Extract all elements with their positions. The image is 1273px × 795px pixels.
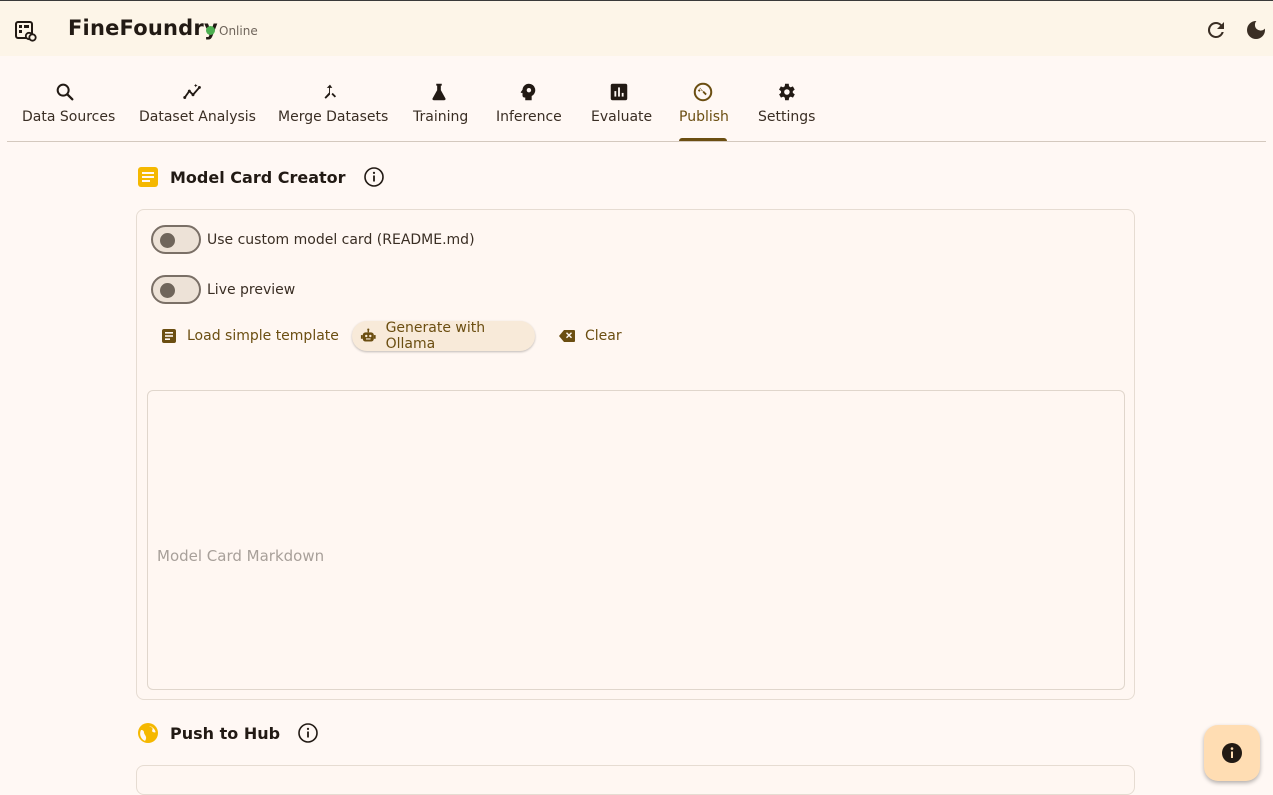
info-filled-icon (1222, 743, 1242, 763)
search-icon (56, 83, 74, 101)
robot-icon (360, 328, 376, 342)
tab-merge-datasets[interactable]: Merge Datasets (278, 81, 389, 141)
status-indicator-dot (206, 26, 215, 35)
switch-label: Use custom model card (README.md) (207, 231, 475, 248)
backspace-icon (559, 330, 575, 342)
article-icon (138, 167, 158, 187)
tab-settings[interactable]: Settings (758, 81, 816, 141)
live-preview-switch-row[interactable]: Live preview (151, 275, 295, 304)
info-icon[interactable] (363, 166, 385, 188)
tab-evaluate[interactable]: Evaluate (591, 81, 653, 141)
toggle-knob (160, 233, 175, 248)
model-card-markdown-editor[interactable]: Model Card Markdown (147, 390, 1125, 690)
app-logo-icon (15, 21, 37, 42)
refresh-icon[interactable] (1204, 18, 1228, 42)
editor-placeholder: Model Card Markdown (157, 547, 325, 565)
insights-icon (183, 83, 201, 99)
globe-icon (138, 723, 158, 743)
use-custom-card-toggle[interactable] (151, 225, 201, 254)
help-fab-button[interactable] (1204, 725, 1260, 781)
load-template-button[interactable]: Load simple template (152, 321, 347, 351)
tab-label: Evaluate (591, 109, 653, 125)
generate-with-ollama-button[interactable]: Generate with Ollama (352, 320, 535, 352)
tab-inference[interactable]: Inference (496, 81, 562, 141)
app-title: FineFoundry (68, 16, 218, 40)
push-to-hub-panel (136, 765, 1135, 795)
tab-dataset-analysis[interactable]: Dataset Analysis (139, 81, 256, 141)
tab-label: Data Sources (22, 109, 116, 125)
publish-icon (693, 82, 713, 102)
description-icon (162, 329, 176, 343)
tab-label: Dataset Analysis (139, 109, 256, 125)
section-title: Push to Hub (170, 723, 281, 743)
live-preview-toggle[interactable] (151, 275, 201, 304)
section-title: Model Card Creator (170, 167, 346, 187)
flask-icon (432, 83, 446, 101)
psychology-icon (520, 83, 536, 101)
model-card-section-header: Model Card Creator (137, 166, 385, 188)
tab-label: Publish (679, 109, 729, 125)
switch-label: Live preview (207, 281, 296, 298)
button-label: Clear (585, 328, 622, 344)
info-icon[interactable] (297, 722, 319, 744)
app-bar: FineFoundry Online (0, 0, 1273, 56)
active-tab-indicator (679, 138, 727, 141)
tab-label: Settings (758, 109, 816, 125)
tab-label: Training (413, 109, 469, 125)
clear-button[interactable]: Clear (550, 321, 630, 351)
main-tabs: Data Sources Dataset Analysis Merge Data… (7, 57, 1266, 142)
tab-label: Merge Datasets (278, 109, 389, 125)
dark-mode-icon[interactable] (1244, 18, 1268, 42)
merge-icon (324, 84, 337, 99)
tab-label: Inference (496, 109, 562, 125)
toggle-knob (160, 283, 175, 298)
use-custom-card-switch-row[interactable]: Use custom model card (README.md) (151, 225, 475, 254)
tab-training[interactable]: Training (413, 81, 469, 141)
tab-data-sources[interactable]: Data Sources (22, 81, 116, 141)
button-label: Generate with Ollama (385, 320, 486, 352)
gear-icon (779, 83, 795, 101)
status-text: Online (219, 24, 258, 38)
push-to-hub-section-header: Push to Hub (137, 722, 319, 744)
bar-chart-icon (610, 83, 628, 101)
button-label: Load simple template (187, 328, 339, 344)
tab-publish[interactable]: Publish (679, 81, 729, 141)
